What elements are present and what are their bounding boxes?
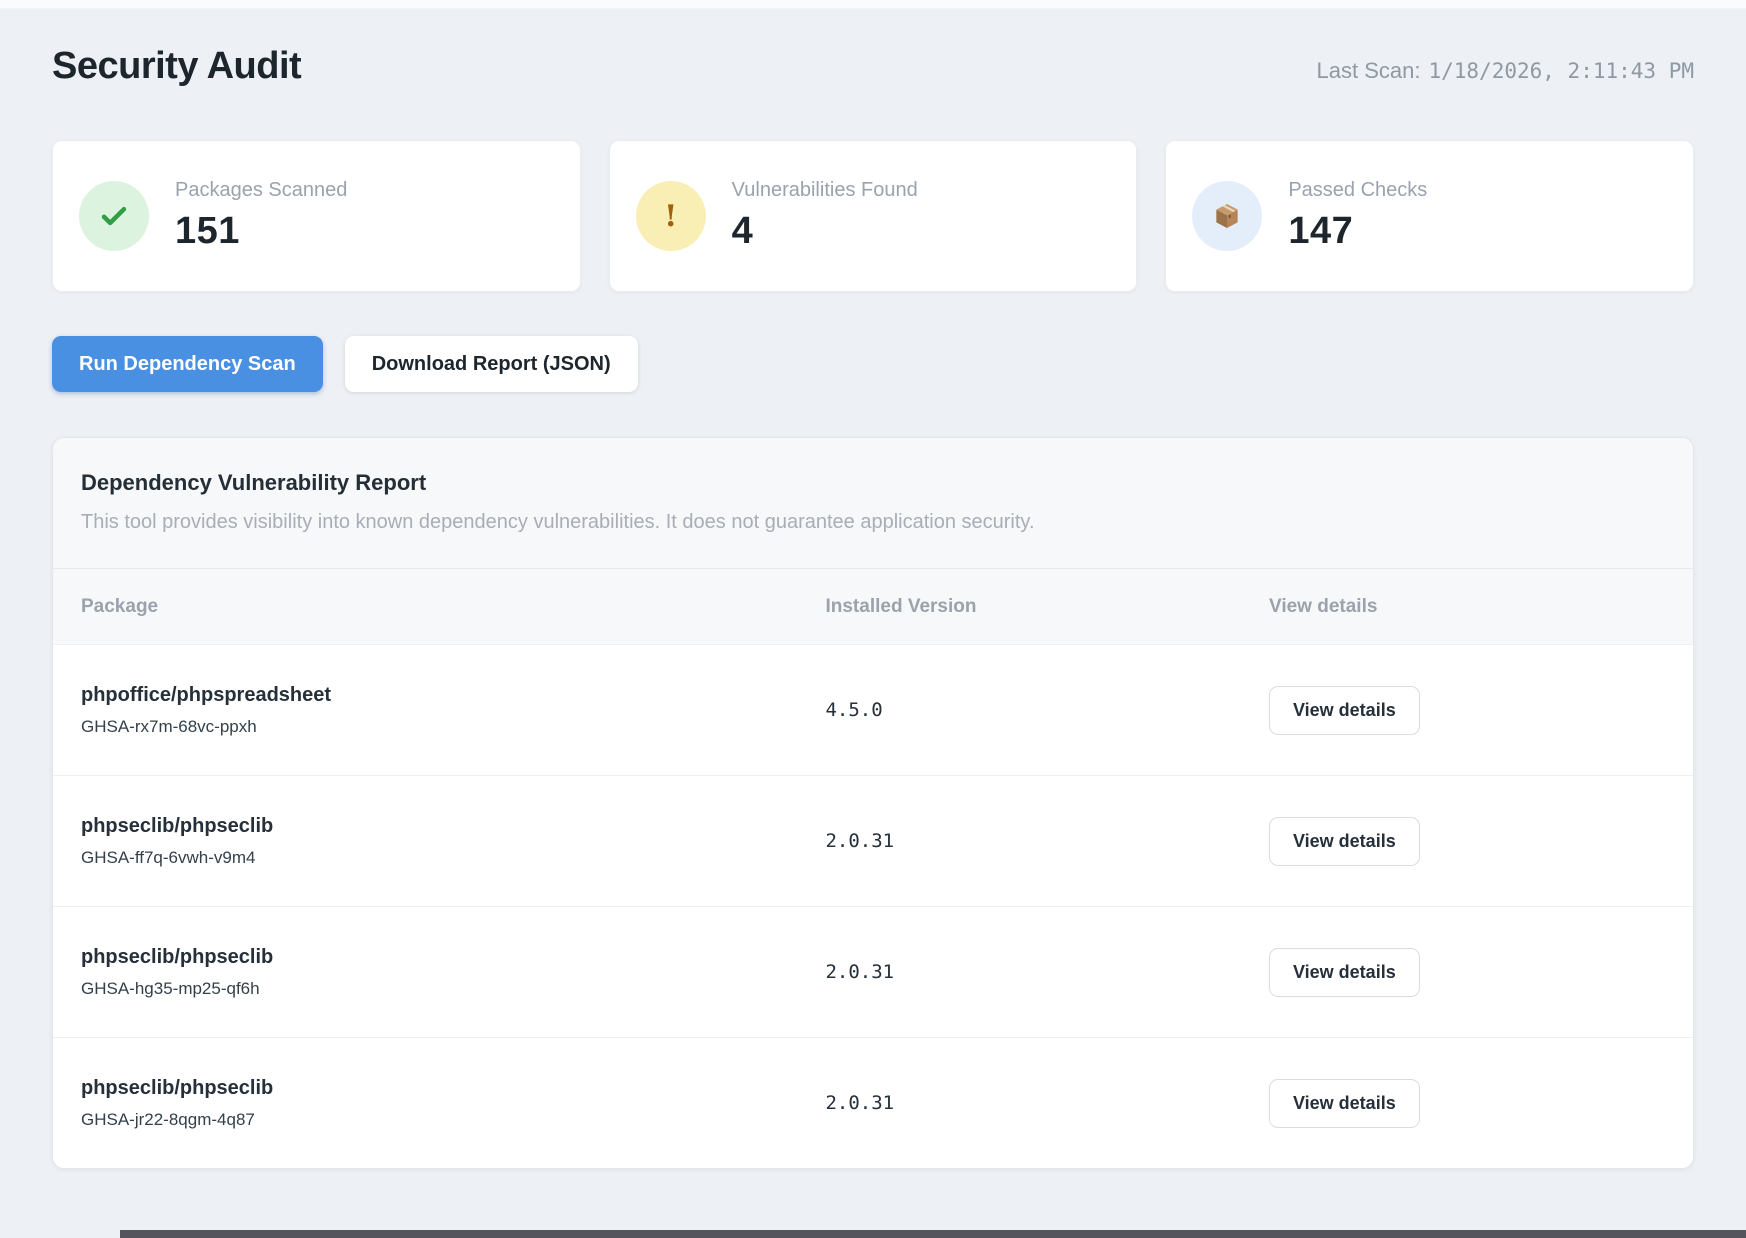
column-header-view-details: View details: [1268, 595, 1378, 617]
view-details-button[interactable]: View details: [1268, 685, 1420, 735]
warning-icon: !: [635, 181, 706, 251]
advisory-id: GHSA-rx7m-68vc-ppxh: [81, 716, 257, 736]
dependency-report-panel: Dependency Vulnerability Report This too…: [52, 437, 1694, 1169]
package-name: phpoffice/phpspreadsheet: [81, 683, 332, 706]
check-icon: [79, 181, 149, 251]
main-content: Security Audit Last Scan: 1/18/2026, 2:11…: [0, 45, 1746, 1169]
installed-version: 2.0.31: [825, 830, 895, 852]
advisory-id: GHSA-hg35-mp25-qf6h: [81, 978, 260, 998]
last-scan-meta: Last Scan: 1/18/2026, 2:11:43 PM: [1317, 58, 1694, 84]
view-details-button[interactable]: View details: [1268, 816, 1420, 866]
package-cell: phpseclib/phpseclib GHSA-jr22-8qgm-4q87: [81, 1077, 825, 1130]
page-header: Security Audit Last Scan: 1/18/2026, 2:11…: [52, 45, 1694, 88]
package-cell: phpseclib/phpseclib GHSA-ff7q-6vwh-v9m4: [81, 815, 825, 868]
package-cell: phpoffice/phpspreadsheet GHSA-rx7m-68vc-…: [81, 684, 825, 737]
stat-card-vulnerabilities-found: ! Vulnerabilities Found 4: [608, 140, 1138, 292]
stat-label: Packages Scanned: [175, 179, 348, 201]
installed-version: 2.0.31: [825, 961, 895, 983]
table-header-row: Package Installed Version View details: [53, 569, 1693, 644]
package-icon: [1192, 181, 1263, 251]
stat-value: 147: [1288, 210, 1354, 252]
window-top-edge: [0, 0, 1746, 9]
report-description: This tool provides visibility into known…: [81, 511, 1035, 533]
package-name: phpseclib/phpseclib: [81, 814, 274, 837]
stat-card-passed-checks: Passed Checks 147: [1165, 140, 1695, 292]
advisory-id: GHSA-ff7q-6vwh-v9m4: [81, 847, 256, 867]
installed-version: 4.5.0: [825, 699, 883, 721]
action-bar: Run Dependency Scan Download Report (JSO…: [52, 336, 1694, 392]
stat-value: 151: [175, 210, 240, 252]
table-row: phpseclib/phpseclib GHSA-ff7q-6vwh-v9m4 …: [53, 775, 1693, 906]
run-dependency-scan-button[interactable]: Run Dependency Scan: [52, 336, 323, 392]
stat-cards: Packages Scanned 151 ! Vulnerabilities F…: [52, 140, 1695, 292]
report-panel-header: Dependency Vulnerability Report This too…: [53, 438, 1693, 569]
package-name: phpseclib/phpseclib: [81, 945, 274, 968]
view-details-button[interactable]: View details: [1268, 947, 1420, 997]
download-report-button[interactable]: Download Report (JSON): [344, 336, 638, 392]
warning-glyph: !: [664, 198, 678, 234]
window-bottom-edge: [120, 1230, 1746, 1238]
page-title: Security Audit: [52, 45, 302, 87]
view-details-button[interactable]: View details: [1268, 1078, 1420, 1128]
table-row: phpseclib/phpseclib GHSA-jr22-8qgm-4q87 …: [53, 1037, 1693, 1168]
column-header-package: Package: [81, 595, 159, 617]
report-title: Dependency Vulnerability Report: [81, 470, 427, 495]
table-row: phpseclib/phpseclib GHSA-hg35-mp25-qf6h …: [53, 906, 1693, 1037]
advisory-id: GHSA-jr22-8qgm-4q87: [81, 1109, 255, 1129]
installed-version: 2.0.31: [825, 1092, 895, 1114]
stat-label: Passed Checks: [1288, 179, 1428, 201]
last-scan-timestamp: 1/18/2026, 2:11:43 PM: [1428, 59, 1694, 83]
stat-label: Vulnerabilities Found: [731, 179, 918, 201]
column-header-installed-version: Installed Version: [825, 595, 977, 617]
stat-value: 4: [731, 210, 754, 252]
stat-card-packages-scanned: Packages Scanned 151: [52, 140, 581, 292]
last-scan-label: Last Scan:: [1316, 58, 1421, 83]
package-name: phpseclib/phpseclib: [81, 1076, 274, 1099]
package-cell: phpseclib/phpseclib GHSA-hg35-mp25-qf6h: [81, 946, 825, 999]
table-row: phpoffice/phpspreadsheet GHSA-rx7m-68vc-…: [53, 644, 1693, 775]
